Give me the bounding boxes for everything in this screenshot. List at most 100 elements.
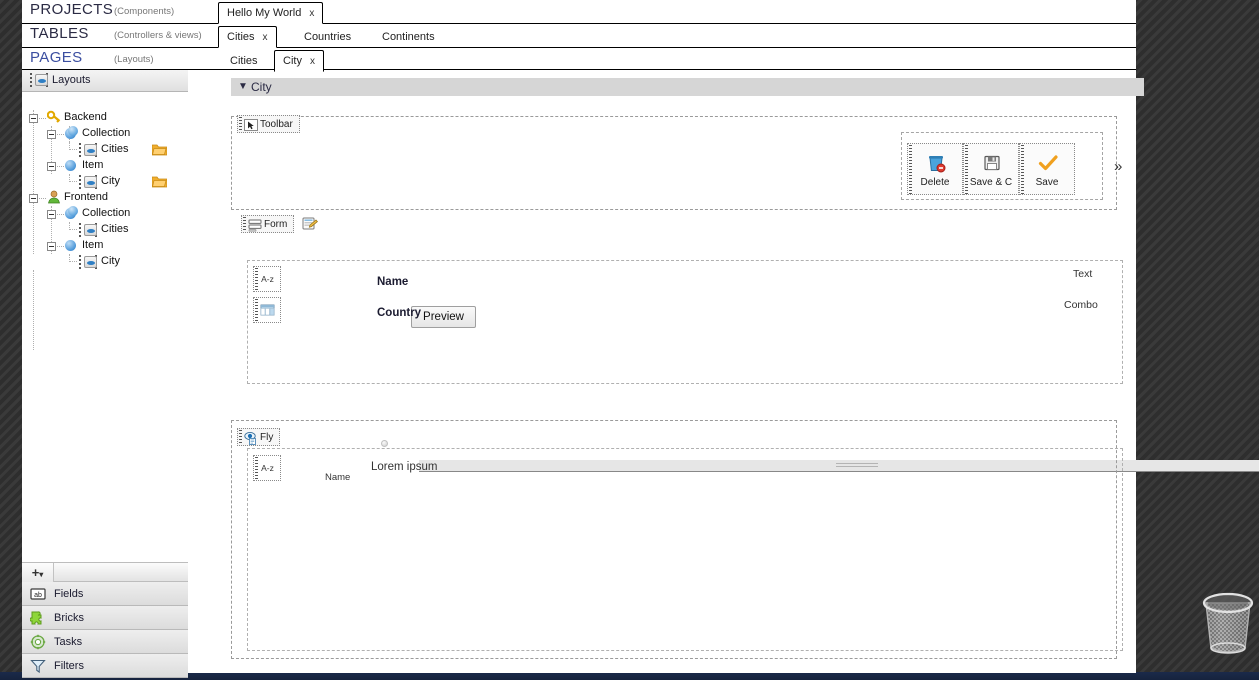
key-icon xyxy=(46,110,61,124)
folder-icon[interactable] xyxy=(151,176,168,188)
trash-bin-icon[interactable] xyxy=(1196,586,1259,658)
view-icon xyxy=(79,175,97,189)
field-handle-country[interactable] xyxy=(253,297,281,323)
view-icon xyxy=(79,143,97,157)
page-header-bar[interactable]: ▼ City xyxy=(231,78,1144,96)
field-type-country: Combo xyxy=(1064,299,1098,311)
form-tag-label: Form xyxy=(264,219,288,230)
sidebar-item-label: Filters xyxy=(54,660,84,672)
floppy-disk-icon xyxy=(982,153,1002,173)
projects-header-row: PROJECTS (Components) Hello My World x xyxy=(22,0,1136,24)
tab-close-icon[interactable]: x xyxy=(310,56,315,67)
az-icon: A-z xyxy=(261,274,274,284)
toolbar-button-group[interactable]: Delete Save & C Save xyxy=(901,132,1103,200)
ab-textfield-icon: ab xyxy=(30,586,46,602)
application-window: PROJECTS (Components) Hello My World x TA… xyxy=(22,0,1259,678)
field-label-country: Country xyxy=(377,307,422,319)
trash-icon xyxy=(926,153,946,173)
tab-city-pages[interactable]: City x xyxy=(274,50,324,72)
sidebar-item-fields[interactable]: ab Fields xyxy=(22,582,188,606)
tree-line xyxy=(33,110,34,254)
tree-expander[interactable] xyxy=(29,194,38,203)
tab-label: Hello My World xyxy=(227,7,302,19)
pages-title: PAGES xyxy=(30,49,83,66)
tab-close-icon[interactable]: x xyxy=(309,8,314,19)
tree-node-label: Collection xyxy=(82,127,131,139)
projects-title: PROJECTS xyxy=(30,1,114,18)
tab-continents[interactable]: Continents xyxy=(374,27,443,49)
field-handle-name[interactable]: A-z xyxy=(253,266,281,292)
tree-node-label: Frontend xyxy=(64,191,109,203)
properties-icon[interactable] xyxy=(302,216,318,232)
field-handle-fly-name[interactable]: A-z xyxy=(253,455,281,481)
tree-expander[interactable] xyxy=(47,162,56,171)
layouts-tree[interactable]: Backend Collection Cities Item City Fron… xyxy=(22,92,188,562)
tree-expander[interactable] xyxy=(47,242,56,251)
sidebar-item-label: Tasks xyxy=(54,636,83,648)
tree-node-label: City xyxy=(101,175,120,187)
sidebar-item-label: Bricks xyxy=(54,612,84,624)
layout-canvas: ▼ City Toolbar Delete Save & C Save » Fo… xyxy=(189,70,1259,673)
tab-hello-my-world[interactable]: Hello My World x xyxy=(218,2,324,24)
tree-expander[interactable] xyxy=(29,114,38,123)
collection-icon xyxy=(65,206,78,219)
fly-body-region[interactable] xyxy=(247,448,1123,651)
tab-label: Cities xyxy=(230,55,258,67)
delete-button[interactable]: Delete xyxy=(907,143,963,195)
form-brick-tag[interactable]: Form xyxy=(241,215,295,233)
toolbar-brick-tag[interactable]: Toolbar xyxy=(237,115,300,133)
tab-label: City xyxy=(283,55,302,67)
sidebar-item-bricks[interactable]: Bricks xyxy=(22,606,188,630)
gear-icon xyxy=(30,634,46,650)
tab-label: Continents xyxy=(382,31,435,43)
tree-expander[interactable] xyxy=(47,130,56,139)
svg-text:ab: ab xyxy=(34,592,42,599)
tab-label: Cities xyxy=(227,31,255,43)
chevron-down-icon[interactable]: ▼ xyxy=(238,81,248,92)
view-icon xyxy=(79,255,97,269)
sidebar-item-filters[interactable]: Filters xyxy=(22,654,188,678)
tables-subtitle: (Controllers & views) xyxy=(114,30,202,41)
layouts-panel-header[interactable]: Layouts xyxy=(22,70,188,92)
save-and-continue-button[interactable]: Save & C xyxy=(963,143,1019,195)
cursor-arrow-icon xyxy=(244,118,258,132)
az-icon: A-z xyxy=(261,463,274,473)
folder-icon[interactable] xyxy=(151,144,168,156)
save-button[interactable]: Save xyxy=(1019,143,1075,195)
toolbar-tag-label: Toolbar xyxy=(260,119,293,130)
tab-label: Countries xyxy=(304,31,352,43)
page-title: City xyxy=(251,80,272,94)
delete-button-label: Delete xyxy=(920,177,950,188)
desktop-taskbar xyxy=(0,672,1259,680)
tree-node-label: Item xyxy=(82,159,104,171)
tab-close-icon[interactable]: x xyxy=(263,32,268,43)
tree-expander[interactable] xyxy=(47,210,56,219)
fly-eye-icon xyxy=(244,431,258,445)
save-and-continue-button-label: Save & C xyxy=(969,177,1013,188)
tree-node-label: Collection xyxy=(82,207,131,219)
form-icon xyxy=(248,218,262,232)
item-icon xyxy=(65,160,76,171)
collection-icon xyxy=(65,126,78,139)
tab-countries[interactable]: Countries xyxy=(296,27,359,49)
field-type-name: Text xyxy=(1073,268,1093,280)
tree-node-label: Item xyxy=(82,239,104,251)
fly-tag-label: Fly xyxy=(260,432,274,443)
sidebar-item-tasks[interactable]: Tasks xyxy=(22,630,188,654)
view-icon xyxy=(79,223,97,237)
tree-node-label: Cities xyxy=(101,143,129,155)
view-icon xyxy=(30,73,48,87)
field-label-name: Name xyxy=(377,276,409,288)
projects-subtitle: (Components) xyxy=(114,6,175,17)
toolbar-overflow-icon[interactable]: » xyxy=(1114,158,1122,175)
tab-cities-tables[interactable]: Cities x xyxy=(218,26,277,48)
fly-brick-tag[interactable]: Fly xyxy=(237,428,281,446)
add-toolbar: +▾ xyxy=(22,562,188,582)
pages-subtitle: (Layouts) xyxy=(114,54,154,65)
add-button[interactable]: +▾ xyxy=(22,563,54,582)
tree-node-label: Cities xyxy=(101,223,129,235)
tree-line xyxy=(33,270,34,350)
layouts-header-label: Layouts xyxy=(52,74,91,86)
puzzle-piece-icon xyxy=(29,610,46,626)
combo-icon xyxy=(259,303,276,318)
